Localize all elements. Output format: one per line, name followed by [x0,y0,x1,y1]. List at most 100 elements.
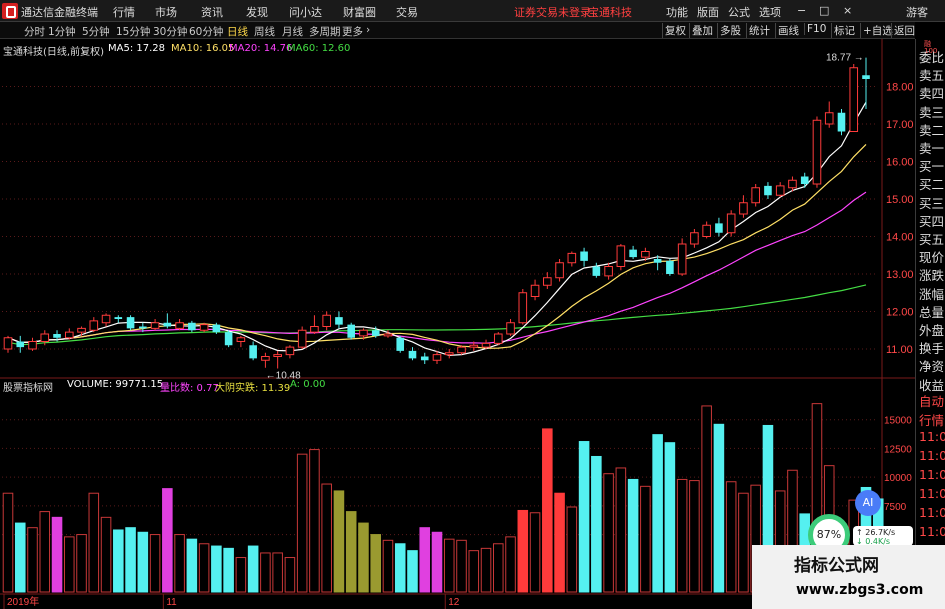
side-panel-item[interactable]: 11:0 [919,505,945,520]
tab-15min[interactable]: 15分钟 [116,24,150,39]
candle-body [715,223,723,233]
candle-body [420,356,429,361]
volume-bar [407,550,418,593]
side-panel-item[interactable]: 11:0 [919,486,945,501]
candle-body [64,331,74,339]
candle-body [616,245,626,267]
price-tick-label: 12.00 [886,307,914,319]
ma60-line [7,284,867,346]
side-panel-item[interactable]: 换手 [919,338,944,357]
side-panel-item[interactable]: 总量 [919,302,944,321]
menu-caifuquan[interactable]: 财富圈 [343,4,376,20]
volume-bar [39,511,51,593]
side-panel-item[interactable]: 卖三 [919,102,944,121]
side-panel-item[interactable]: 卖一 [919,138,944,157]
side-panel-item[interactable]: 11:0 [919,524,945,539]
candle-body [359,329,368,337]
side-panel-item[interactable]: 涨跌 [919,265,944,284]
volume-bar [615,467,627,593]
minimize-icon[interactable]: − [797,4,806,17]
menu-faxian[interactable]: 发现 [246,4,268,20]
side-panel-item[interactable]: 卖二 [919,120,944,139]
ai-assistant-button[interactable]: AI [855,490,881,516]
btn-duogu[interactable]: 多股 [717,23,743,38]
tab-1min[interactable]: 1分钟 [48,24,76,39]
side-panel-item[interactable]: 买二 [919,174,944,193]
btn-tongji[interactable]: 统计 [746,23,772,38]
side-panel-item[interactable]: 涨幅 [919,284,944,303]
network-speed-box: ↑ 26.7K/s ↓ 0.4K/s [853,526,913,546]
menu-shichang[interactable]: 市场 [155,4,177,20]
side-panel-item[interactable]: 卖五 [919,65,944,84]
btn-biaoji[interactable]: 标记 [831,23,857,38]
tab-5min[interactable]: 5分钟 [82,24,110,39]
side-panel-item[interactable]: 外盘 [919,320,944,339]
side-panel-item[interactable]: 买五 [919,229,944,248]
menu-xuanxiang[interactable]: 选项 [759,4,781,20]
volume-bar [505,536,516,593]
volume-bar [321,483,332,593]
side-panel-item[interactable]: 买一 [919,156,944,175]
menu-wenxiaoda[interactable]: 问小达 [289,4,322,20]
tab-30min[interactable]: 30分钟 [153,24,187,39]
maximize-icon[interactable]: □ [819,4,829,17]
side-panel-item[interactable]: 卖四 [919,83,944,102]
candle [273,350,282,369]
btn-f10[interactable]: F10 [804,23,828,35]
volume-bar [247,545,259,593]
candle [775,182,785,198]
candle-body [322,314,331,327]
side-panel-item[interactable]: 11:0 [919,429,945,444]
btn-add-watchlist[interactable]: +自选 [860,23,895,38]
side-panel-item[interactable]: 买三 [919,193,944,212]
more-arrow-icon[interactable]: › [366,24,370,36]
side-panel-item[interactable]: 自动 [919,391,944,410]
candle-body [273,354,282,357]
side-panel-item[interactable]: 买四 [919,211,944,230]
menu-zixun[interactable]: 资讯 [201,4,223,20]
tab-monthly[interactable]: 月线 [282,24,303,39]
candle [629,245,637,259]
tab-weekly[interactable]: 周线 [254,24,275,39]
side-panel-item[interactable]: 现价 [919,247,944,266]
tab-60min[interactable]: 60分钟 [189,24,223,39]
tab-more[interactable]: 更多 [342,24,363,39]
btn-fuquan[interactable]: 复权 [662,23,688,38]
candle-body [530,284,540,297]
watermark-url: www.zbgs3.com [796,582,924,598]
menu-gongshi[interactable]: 公式 [728,4,750,20]
side-panel-item[interactable]: 行情 [919,410,944,429]
stock-name-title: 宝通科技 [588,6,632,19]
tab-multi-period[interactable]: 多周期 [309,24,341,39]
tab-fenshi[interactable]: 分时 [24,24,45,39]
candle-body [555,262,564,279]
tab-daily[interactable]: 日线 [227,24,248,39]
menu-jiaoyi[interactable]: 交易 [396,4,418,20]
btn-diejia[interactable]: 叠加 [689,23,715,38]
candle-body [702,224,711,237]
candle [396,335,405,353]
side-panel-item[interactable]: 11:0 [919,467,945,482]
side-panel-item[interactable]: 净资 [919,356,944,375]
guest-label[interactable]: 游客 [906,4,928,20]
btn-huaxian[interactable]: 画线 [775,23,801,38]
candle-body [788,179,797,189]
side-panel-item[interactable]: 11:0 [919,448,945,463]
volume-bar [284,557,296,593]
close-icon[interactable]: × [843,4,852,17]
trade-login-notice[interactable]: 证券交易未登录 [514,4,591,20]
volume-bar [627,478,639,593]
candle [824,101,834,128]
menu-hangqing[interactable]: 行情 [113,4,135,20]
candle [616,244,626,271]
menu-banmian[interactable]: 版面 [697,4,719,20]
candle [580,247,588,267]
kline-chart[interactable]: 18.77 →←10.48 11.0012.0013.0014.0015.001… [0,39,915,609]
btn-back[interactable]: 返回 [891,23,917,38]
menu-gongneng[interactable]: 功能 [666,4,688,20]
side-panel-item[interactable]: 委比 [919,47,944,66]
volume-tick-label: 10000 [884,473,912,484]
volume-bar [468,550,480,593]
volume-bar [529,512,541,593]
volume-bar [725,481,737,593]
